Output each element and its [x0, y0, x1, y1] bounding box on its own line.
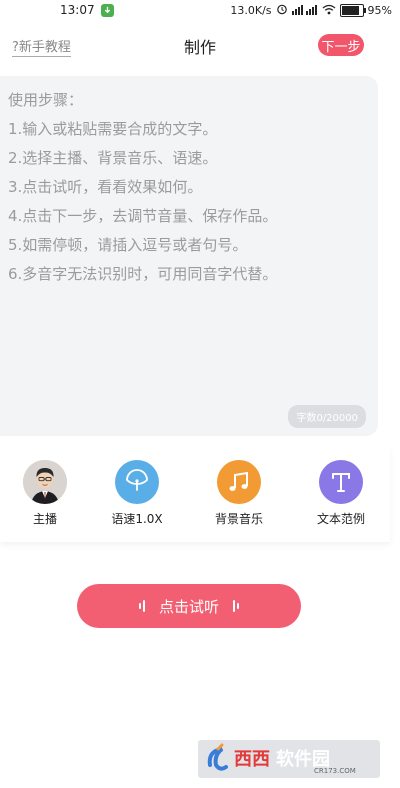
- play-button-label: 点击试听: [158, 597, 219, 616]
- status-left: 13:07: [60, 3, 114, 17]
- battery-icon: [339, 4, 366, 17]
- anchor-avatar-icon: [23, 460, 67, 504]
- download-notification-icon: [100, 3, 114, 17]
- text-sample-option[interactable]: 文本范例: [296, 460, 386, 527]
- preview-play-button[interactable]: 点击试听: [77, 584, 301, 628]
- anchor-option[interactable]: 主播: [0, 460, 90, 527]
- next-step-button[interactable]: 下一步: [318, 34, 364, 56]
- status-time: 13:07: [60, 3, 95, 17]
- option-label: 语速1.0X: [111, 512, 163, 526]
- instruction-line: 4.点击下一步，去调节音量、保存作品。: [8, 207, 278, 225]
- svg-text:西西: 西西: [234, 749, 270, 770]
- music-note-icon: [217, 460, 261, 504]
- instruction-line: 5.如需停顿，请插入逗号或者句号。: [8, 236, 248, 254]
- battery-level: 95%: [367, 4, 392, 17]
- instruction-line: 1.输入或粘贴需要合成的文字。: [8, 120, 218, 138]
- sound-wave-left-icon: [138, 600, 145, 612]
- watermark-graphic: 西西 软件园 CR173.COM: [207, 743, 356, 775]
- text-t-icon: [319, 460, 363, 504]
- instructions-placeholder: 使用步骤： 1.输入或粘贴需要合成的文字。 2.选择主播、背景音乐、语速。 3.…: [8, 86, 370, 289]
- watermark-logo: 西西 软件园 CR173.COM: [198, 740, 380, 778]
- instruction-line: 6.多音字无法识别时，可用同音字代替。: [8, 265, 278, 283]
- status-bar: 13:07 13.0K/s 95%: [0, 0, 400, 22]
- alarm-icon: [276, 3, 288, 18]
- char-count-badge: 字数0/20000: [288, 405, 366, 428]
- instruction-line: 使用步骤：: [8, 91, 84, 109]
- signal-icon: [291, 4, 318, 18]
- text-input-area[interactable]: 使用步骤： 1.输入或粘贴需要合成的文字。 2.选择主播、背景音乐、语速。 3.…: [0, 76, 378, 436]
- wifi-icon: [322, 4, 336, 18]
- options-bar: 主播 语速1.0X 背景音乐 文本范例: [0, 446, 390, 542]
- sound-wave-right-icon: [233, 600, 239, 612]
- net-speed: 13.0K/s: [230, 4, 272, 17]
- speedometer-icon: [115, 460, 159, 504]
- status-right: 13.0K/s 95%: [230, 3, 392, 18]
- option-label: 背景音乐: [214, 512, 263, 526]
- instruction-line: 2.选择主播、背景音乐、语速。: [8, 149, 218, 167]
- svg-text:CR173.COM: CR173.COM: [314, 767, 356, 775]
- background-music-option[interactable]: 背景音乐: [194, 460, 284, 527]
- instruction-line: 3.点击试听，看看效果如何。: [8, 178, 203, 196]
- option-label: 文本范例: [316, 512, 365, 526]
- option-label: 主播: [32, 512, 57, 526]
- header: ?新手教程 制作 下一步: [0, 24, 400, 68]
- speed-option[interactable]: 语速1.0X: [92, 460, 182, 527]
